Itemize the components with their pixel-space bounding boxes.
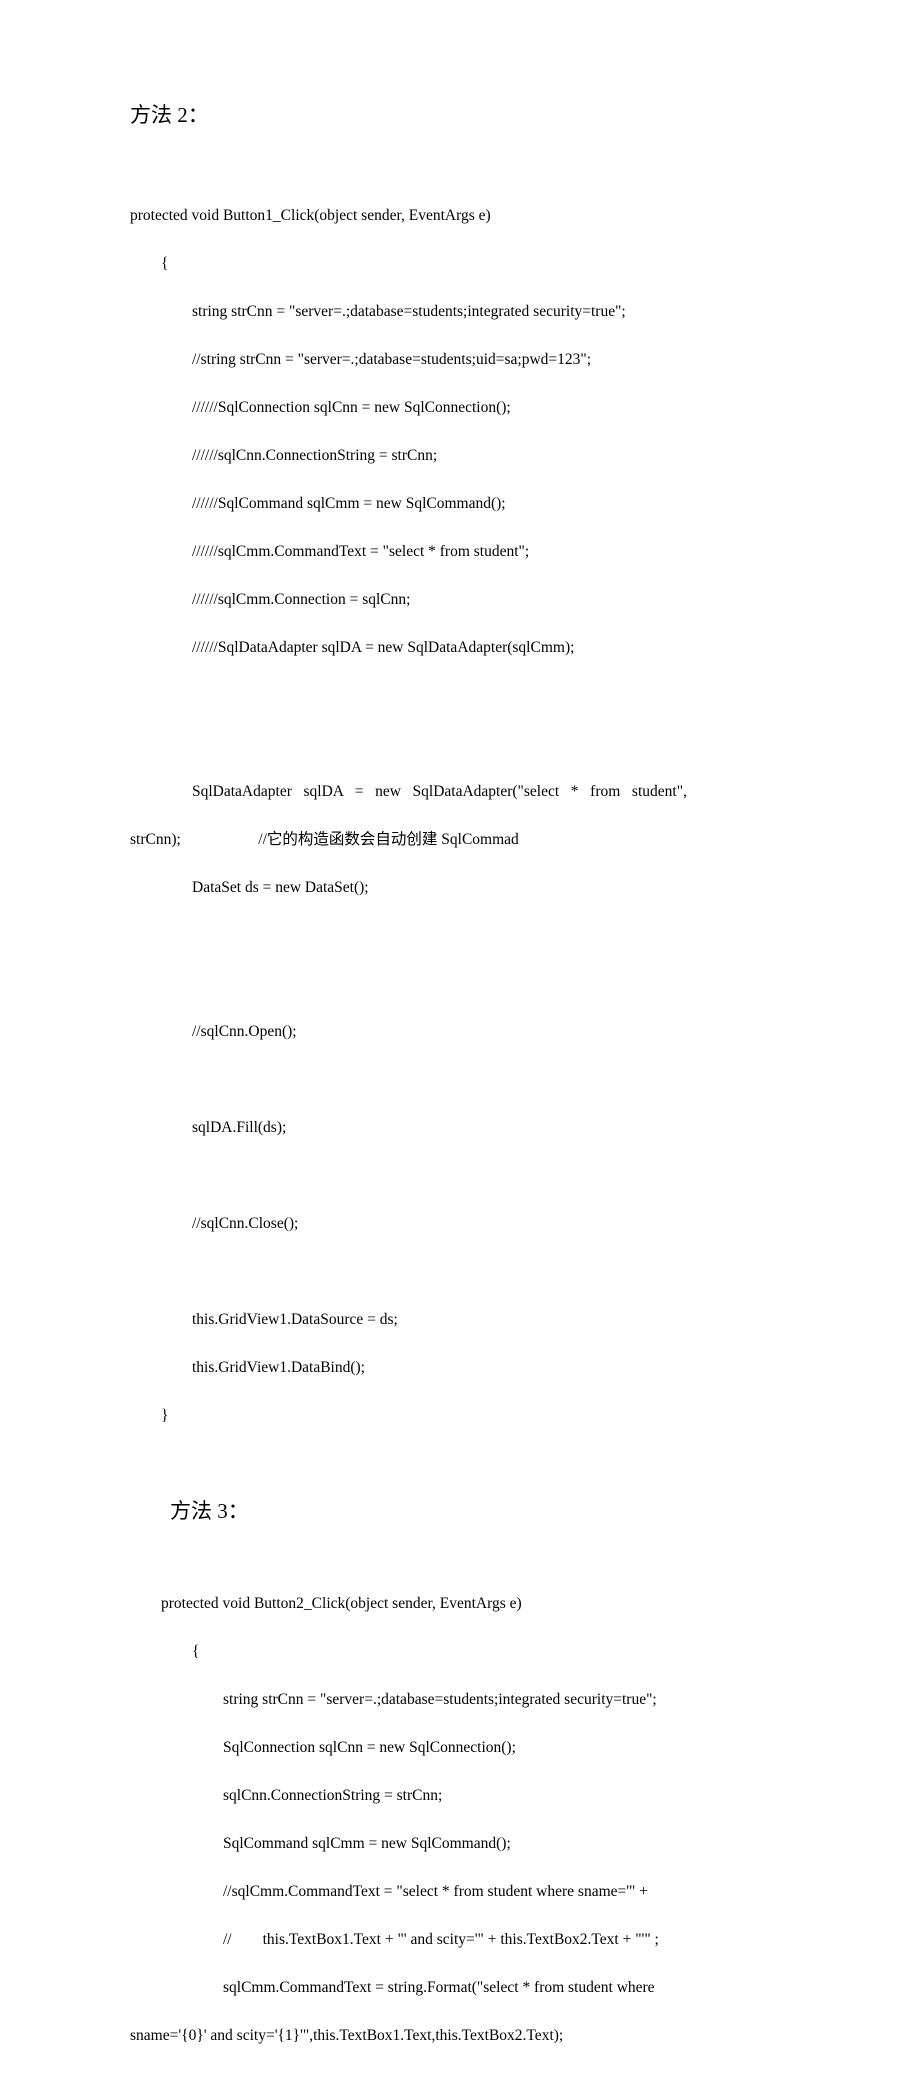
code-line: sname='{0}' and scity='{1}'",this.TextBo… bbox=[130, 2024, 790, 2048]
code-line: //////sqlCnn.ConnectionString = strCnn; bbox=[130, 444, 790, 468]
heading-method-2: 方法 2： bbox=[130, 100, 790, 132]
code-line: sqlCnn.ConnectionString = strCnn; bbox=[130, 1784, 790, 1808]
code-line: sqlDA.Fill(ds); bbox=[130, 1116, 790, 1140]
code-line bbox=[130, 924, 790, 948]
code-line bbox=[130, 972, 790, 996]
code-block-2: protected void Button2_Click(object send… bbox=[130, 1568, 790, 2096]
code-line bbox=[130, 1164, 790, 1188]
code-line: // this.TextBox1.Text + "' and scity='" … bbox=[130, 1928, 790, 1952]
code-line bbox=[130, 684, 790, 708]
code-line: SqlDataAdapter sqlDA = new SqlDataAdapte… bbox=[130, 780, 790, 804]
code-line: protected void Button2_Click(object send… bbox=[130, 1592, 790, 1616]
code-line: this.GridView1.DataSource = ds; bbox=[130, 1308, 790, 1332]
code-line bbox=[130, 1068, 790, 1092]
code-line: DataSet ds = new DataSet(); bbox=[130, 876, 790, 900]
code-line: //////sqlCmm.CommandText = "select * fro… bbox=[130, 540, 790, 564]
code-line bbox=[130, 732, 790, 756]
code-line: string strCnn = "server=.;database=stude… bbox=[130, 300, 790, 324]
code-line: this.GridView1.DataBind(); bbox=[130, 1356, 790, 1380]
code-line: } bbox=[130, 1404, 790, 1428]
code-block-1: protected void Button1_Click(object send… bbox=[130, 180, 790, 1477]
code-line: { bbox=[130, 252, 790, 276]
code-line: sqlCmm.CommandText = string.Format("sele… bbox=[130, 1976, 790, 2000]
code-line: SqlCommand sqlCmm = new SqlCommand(); bbox=[130, 1832, 790, 1856]
code-line: //////SqlDataAdapter sqlDA = new SqlData… bbox=[130, 636, 790, 660]
code-line: //sqlCnn.Close(); bbox=[130, 1212, 790, 1236]
code-line: //sqlCnn.Open(); bbox=[130, 1020, 790, 1044]
code-line: SqlConnection sqlCnn = new SqlConnection… bbox=[130, 1736, 790, 1760]
code-line: //string strCnn = "server=.;database=stu… bbox=[130, 348, 790, 372]
code-line: //sqlCmm.CommandText = "select * from st… bbox=[130, 1880, 790, 1904]
code-line bbox=[130, 1260, 790, 1284]
code-line: //////SqlConnection sqlCnn = new SqlConn… bbox=[130, 396, 790, 420]
code-line: //////sqlCmm.Connection = sqlCnn; bbox=[130, 588, 790, 612]
code-line: { bbox=[130, 1640, 790, 1664]
code-line: protected void Button1_Click(object send… bbox=[130, 204, 790, 228]
code-line: strCnn); //它的构造函数会自动创建 SqlCommad bbox=[130, 828, 790, 852]
heading-method-3: 方法 3： bbox=[170, 1496, 790, 1528]
code-line: //////SqlCommand sqlCmm = new SqlCommand… bbox=[130, 492, 790, 516]
code-line: string strCnn = "server=.;database=stude… bbox=[130, 1688, 790, 1712]
document-page: 方法 2： protected void Button1_Click(objec… bbox=[0, 0, 920, 1302]
